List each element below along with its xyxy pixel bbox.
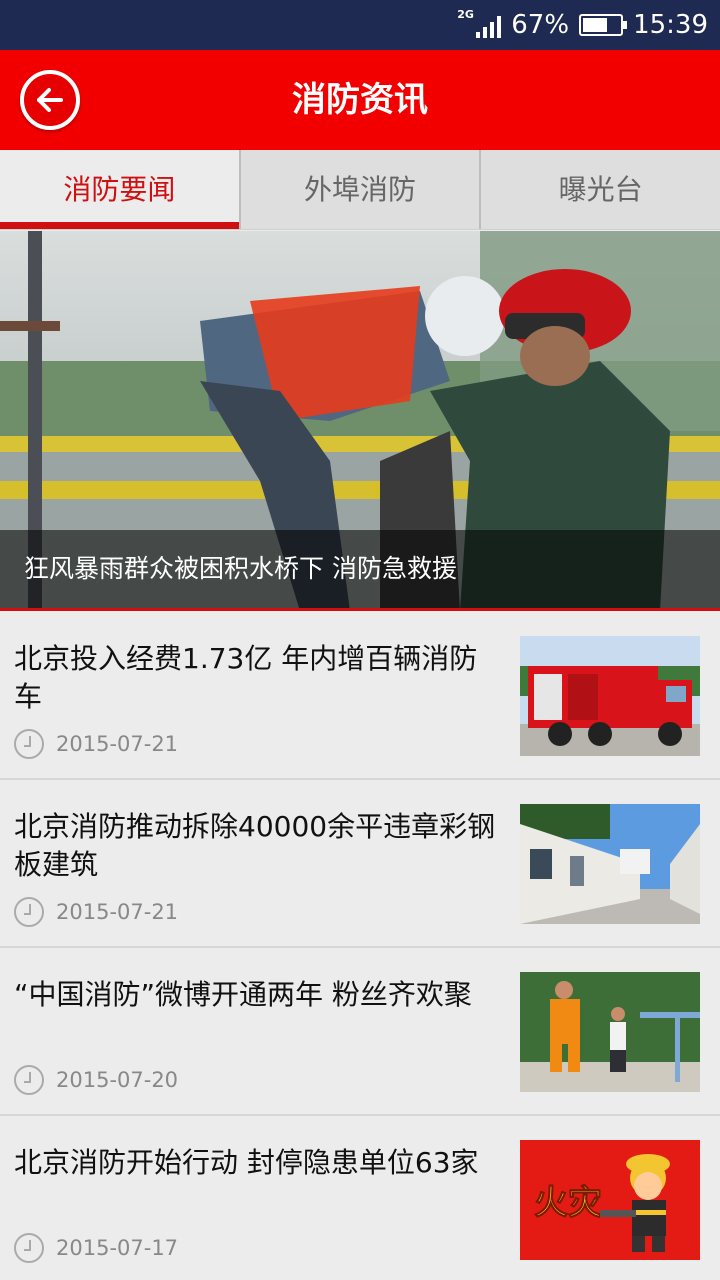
battery-icon: [579, 14, 628, 36]
app-header: 消防资讯: [0, 50, 720, 150]
news-date: 2015-07-20: [14, 1065, 179, 1095]
fire-text: 火灾: [534, 1183, 602, 1223]
news-title: 北京消防开始行动 封停隐患单位63家: [14, 1146, 479, 1179]
fire-cartoon-image: 火灾: [520, 1140, 700, 1260]
news-item[interactable]: 北京消防推动拆除40000余平违章彩钢板建筑 2015-07-21: [0, 780, 720, 948]
category-tabs: 消防要闻 外埠消防 曝光台: [0, 150, 720, 230]
news-thumbnail: [520, 804, 700, 924]
network-type: 2G: [457, 8, 474, 21]
clock-time: 15:39: [633, 10, 708, 40]
news-date: 2015-07-21: [14, 897, 179, 927]
news-thumbnail: [520, 972, 700, 1092]
news-title: 北京消防推动拆除40000余平违章彩钢板建筑: [14, 810, 496, 881]
signal-icon: 2G: [457, 8, 502, 40]
clock-icon: [14, 1233, 44, 1263]
tab-exposure[interactable]: 曝光台: [479, 150, 720, 229]
news-list: 北京投入经费1.73亿 年内增百辆消防车 2015-07-21 北京消防推动拆除…: [0, 612, 720, 1280]
news-date-text: 2015-07-20: [56, 1068, 179, 1092]
steel-buildings-image: [520, 804, 700, 924]
tab-external-fire[interactable]: 外埠消防: [238, 150, 480, 229]
news-date-text: 2015-07-21: [56, 900, 179, 924]
fire-truck-image: [520, 636, 700, 756]
news-date: 2015-07-21: [14, 729, 179, 759]
firefighter-mascot-image: [520, 972, 700, 1092]
clock-icon: [14, 729, 44, 759]
status-bar: 2G 67% 15:39: [0, 0, 720, 50]
news-title: “中国消防”微博开通两年 粉丝齐欢聚: [14, 978, 472, 1011]
news-item[interactable]: 北京消防开始行动 封停隐患单位63家 2015-07-17 火灾: [0, 1116, 720, 1280]
featured-banner[interactable]: 狂风暴雨群众被困积水桥下 消防急救援: [0, 231, 720, 611]
news-thumbnail: [520, 636, 700, 756]
news-title: 北京投入经费1.73亿 年内增百辆消防车: [14, 642, 478, 713]
battery-percent: 67%: [511, 10, 570, 40]
clock-icon: [14, 897, 44, 927]
clock-icon: [14, 1065, 44, 1095]
news-item[interactable]: 北京投入经费1.73亿 年内增百辆消防车 2015-07-21: [0, 612, 720, 780]
news-date-text: 2015-07-17: [56, 1236, 179, 1260]
page-title: 消防资讯: [292, 80, 428, 120]
tab-fire-news[interactable]: 消防要闻: [0, 150, 239, 229]
news-item[interactable]: “中国消防”微博开通两年 粉丝齐欢聚 2015-07-20: [0, 948, 720, 1116]
news-date-text: 2015-07-21: [56, 732, 179, 756]
news-thumbnail: 火灾: [520, 1140, 700, 1260]
news-date: 2015-07-17: [14, 1233, 179, 1263]
banner-caption: 狂风暴雨群众被困积水桥下 消防急救援: [0, 530, 720, 608]
